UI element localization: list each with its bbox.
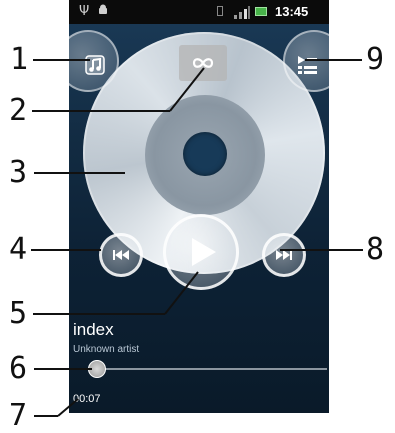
callout-1: 1 (10, 42, 29, 77)
callout-8: 8 (366, 232, 385, 267)
callout-5: 5 (9, 296, 28, 331)
callout-6: 6 (9, 351, 28, 386)
callout-4: 4 (9, 232, 28, 267)
leader-7-diag (57, 398, 79, 417)
callout-2: 2 (9, 93, 28, 128)
callout-9: 9 (366, 42, 385, 77)
leader-5-diag (164, 271, 199, 315)
callout-7: 7 (9, 398, 28, 433)
callout-3: 3 (9, 155, 28, 190)
leader-2-diag (169, 67, 205, 112)
callout-leader-lines (31, 59, 363, 417)
